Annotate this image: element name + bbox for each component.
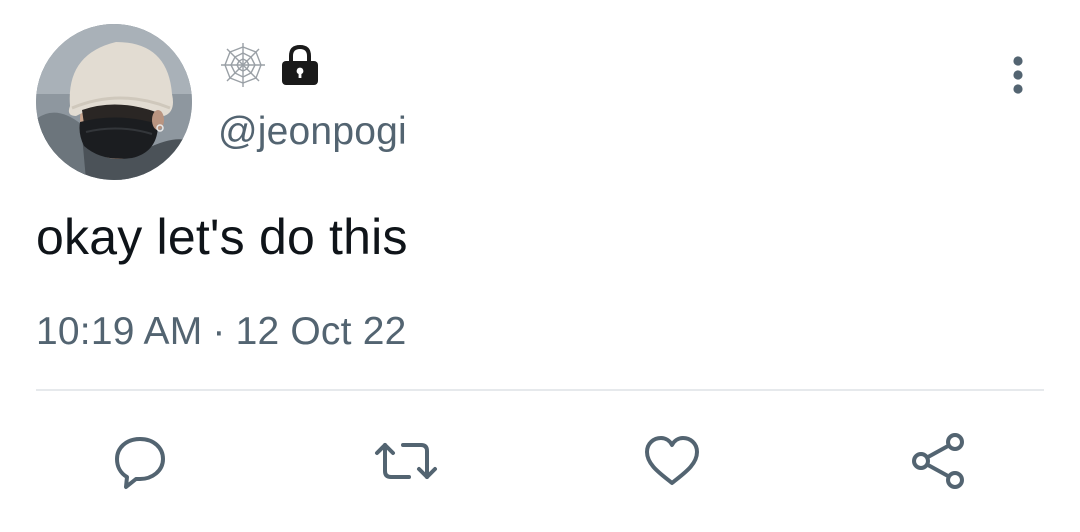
heart-icon <box>645 436 699 485</box>
avatar-image <box>36 24 192 180</box>
share-icon <box>912 433 964 489</box>
tweet-timestamp[interactable]: 10:19 AM · 12 Oct 22 <box>36 310 406 354</box>
lock-icon <box>278 43 322 87</box>
vertical-ellipsis-icon <box>1013 56 1023 94</box>
meta-separator: · <box>212 310 226 353</box>
avatar[interactable] <box>36 24 192 180</box>
user-handle[interactable]: @jeonpogi <box>218 110 407 154</box>
retweet-icon <box>375 443 437 479</box>
more-options-button[interactable] <box>998 52 1038 98</box>
reply-button[interactable] <box>105 426 175 496</box>
like-button[interactable] <box>637 426 707 496</box>
share-button[interactable] <box>903 426 973 496</box>
divider <box>36 389 1044 391</box>
retweet-button[interactable] <box>371 426 441 496</box>
display-name[interactable] <box>218 40 322 90</box>
tweet-time: 10:19 AM <box>36 310 203 353</box>
speech-bubble-icon <box>115 437 165 489</box>
tweet-date: 12 Oct 22 <box>235 310 407 353</box>
action-bar <box>0 426 1080 496</box>
spider-web-icon <box>218 40 268 90</box>
tweet-text: okay let's do this <box>36 209 408 265</box>
tweet-card: @jeonpogi okay let's do this 10:19 AM · 12… <box>0 0 1080 532</box>
